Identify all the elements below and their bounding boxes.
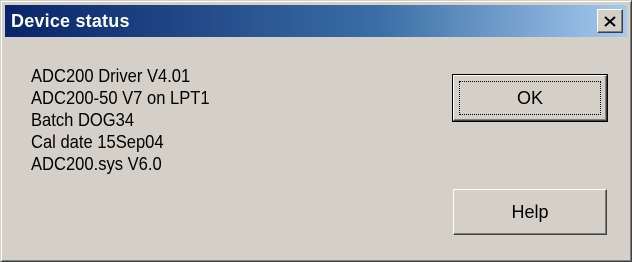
title-bar[interactable]: Device status <box>5 5 627 37</box>
ok-button[interactable]: OK <box>452 74 608 122</box>
help-button-label: Help <box>511 201 549 222</box>
driver-version-text: ADC200 Driver V4.01 <box>31 66 191 86</box>
cal-date-text: Cal date 15Sep04 <box>31 132 164 152</box>
close-icon <box>604 15 616 27</box>
device-status-dialog: Device status ADC200 Driver V4.01 ADC200… <box>0 0 632 262</box>
close-button[interactable] <box>597 9 623 33</box>
device-model-text: ADC200-50 V7 on LPT1 <box>31 88 210 108</box>
focus-rect <box>459 81 601 115</box>
device-info: ADC200 Driver V4.01 ADC200-50 V7 on LPT1… <box>31 65 210 175</box>
window-title: Device status <box>11 11 130 31</box>
batch-text: Batch DOG34 <box>31 110 135 130</box>
help-button[interactable]: Help <box>453 189 607 235</box>
sys-version-text: ADC200.sys V6.0 <box>31 154 162 174</box>
